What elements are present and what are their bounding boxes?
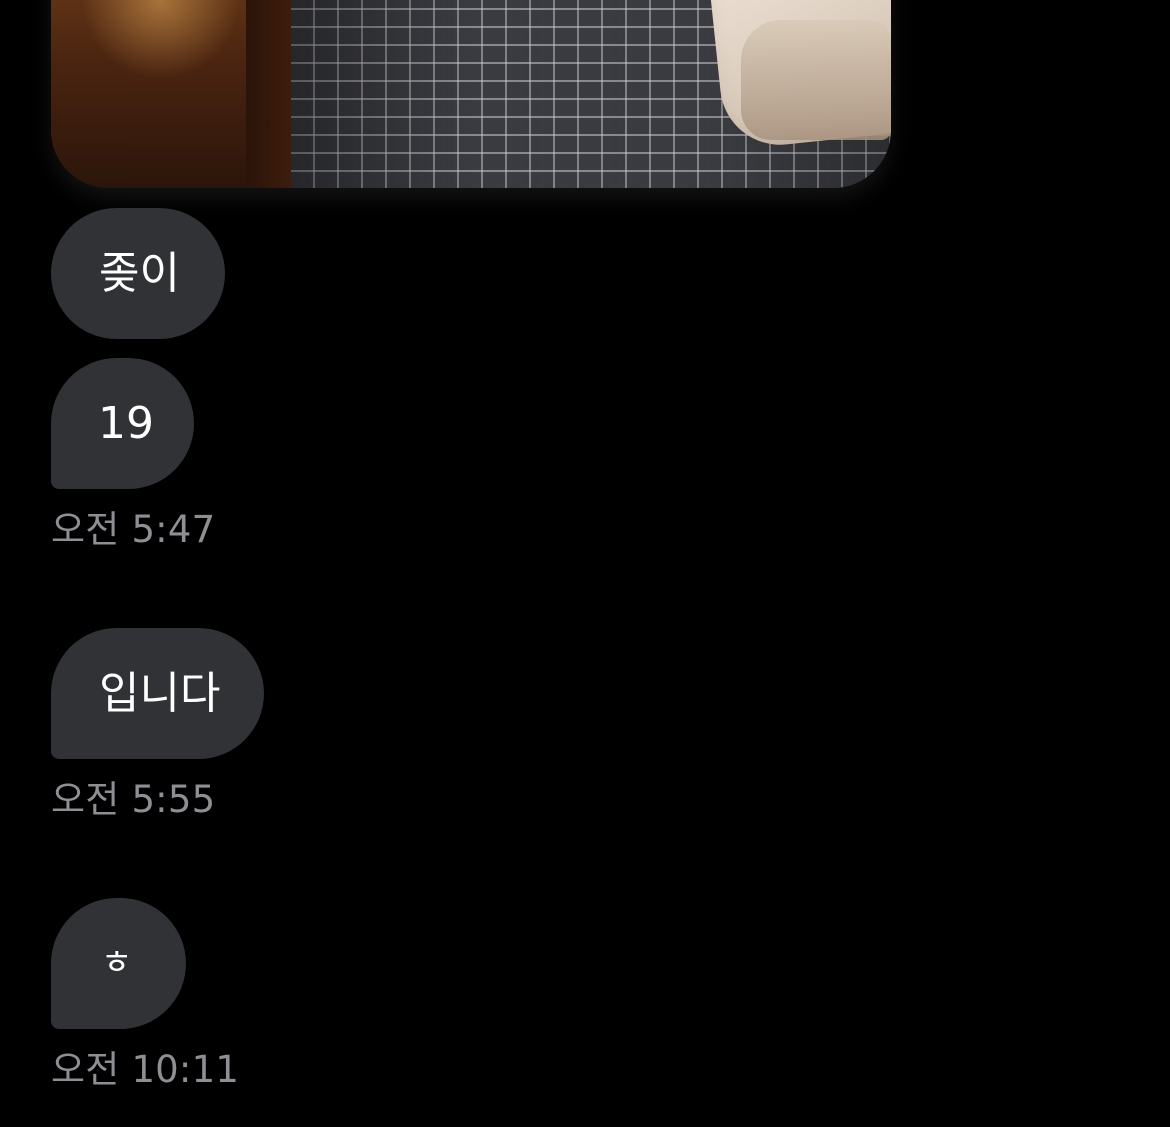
message-timestamp: 오전 5:55 <box>51 778 216 821</box>
photo-bed-fold <box>741 20 891 140</box>
photo-door <box>246 0 291 188</box>
chat-thread: 좆이 19 오전 5:47 입니다 오전 5:55 ㅎ 오전 10:11 <box>0 0 1170 1127</box>
message-timestamp: 오전 5:47 <box>51 508 216 551</box>
message-text: 19 <box>98 398 154 449</box>
message-text: 입니다 <box>99 668 221 719</box>
message-bubble[interactable]: 19 <box>51 358 194 489</box>
message-text: 좆이 <box>99 248 180 299</box>
message-bubble[interactable]: 입니다 <box>51 628 264 759</box>
message-bubble[interactable]: ㅎ <box>51 898 186 1029</box>
message-timestamp: 오전 10:11 <box>51 1048 240 1091</box>
photo-message[interactable] <box>51 0 891 188</box>
message-bubble[interactable]: 좆이 <box>51 208 225 339</box>
message-text: ㅎ <box>101 943 133 983</box>
